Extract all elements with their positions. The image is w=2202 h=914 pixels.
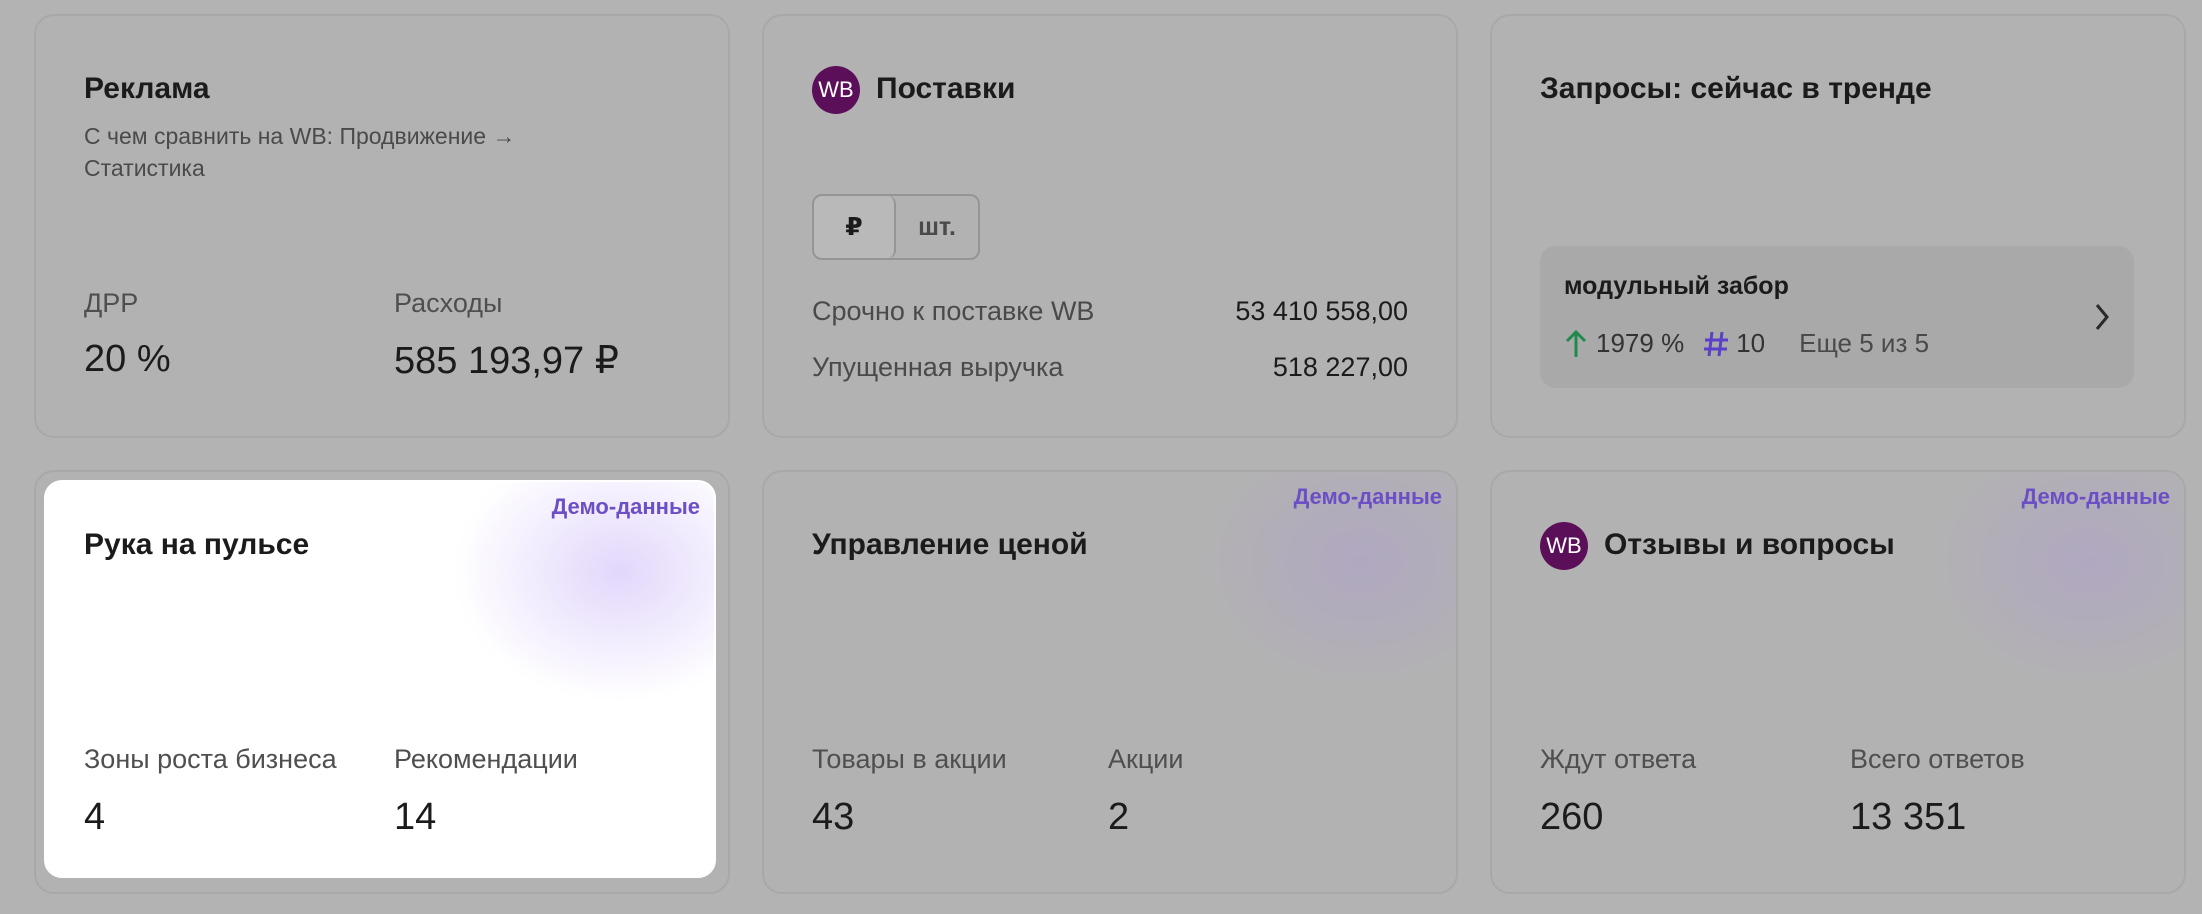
trends-card[interactable]: Запросы: сейчас в тренде модульный забор… [1490,14,2186,438]
chevron-right-icon[interactable] [2092,300,2112,334]
total-answers-label: Всего ответов [1850,744,2025,774]
currency-unit-toggle: ₽ шт. [812,194,980,260]
toggle-rub[interactable]: ₽ [814,196,896,258]
promo-goods-value: 43 [812,796,855,838]
expenses-label: Расходы [394,288,503,318]
lost-revenue-label: Упущенная выручка [812,352,1064,382]
wb-logo-icon: WB [812,66,860,114]
growth-value: 1979 % [1596,328,1685,358]
lost-revenue-value: 518 227,00 [1272,352,1408,382]
price-card[interactable]: Демо-данные Управление ценой Товары в ак… [762,470,1458,894]
awaiting-answer-value: 260 [1540,796,1604,838]
reviews-card[interactable]: Демо-данные WB Отзывы и вопросы Ждут отв… [1490,470,2186,894]
rank-value: 10 [1736,328,1766,358]
pulse-title: Рука на пульсе [84,528,310,561]
promos-value: 2 [1108,796,1130,838]
more-queries-label[interactable]: Еще 5 из 5 [1799,328,1929,359]
trends-title: Запросы: сейчас в тренде [1540,72,1932,105]
pulse-card[interactable]: Демо-данные Рука на пульсе Зоны роста би… [44,480,716,878]
reviews-title: Отзывы и вопросы [1604,528,1895,561]
trend-query-text: модульный забор [1564,272,1789,300]
trend-query-item[interactable]: модульный забор 1979 % 10 Еще 5 из 5 [1540,246,2134,388]
ads-card[interactable]: Реклама С чем сравнить на WB: Продвижени… [34,14,730,438]
arrow-up-icon [1564,329,1588,359]
hash-icon [1702,329,1730,359]
growth-zones-value: 4 [84,796,106,838]
growth-zones-label: Зоны роста бизнеса [84,744,337,774]
ads-subtitle[interactable]: С чем сравнить на WB: Продвижение → Стат… [84,120,604,184]
supplies-title: Поставки [876,72,1016,105]
supplies-card[interactable]: WB Поставки ₽ шт. Срочно к поставке WB 5… [762,14,1458,438]
wb-logo-icon: WB [1540,522,1588,570]
toggle-pcs[interactable]: шт. [896,196,978,258]
drr-label: ДРР [84,288,139,318]
price-title: Управление ценой [812,528,1088,561]
urgent-supply-label: Срочно к поставке WB [812,296,1095,326]
expenses-value: 585 193,97 ₽ [394,340,619,382]
promos-label: Акции [1108,744,1184,774]
recommendations-label: Рекомендации [394,744,578,774]
promo-goods-label: Товары в акции [812,744,1007,774]
demo-data-badge: Демо-данные [2021,484,2170,509]
ads-title: Реклама [84,72,210,105]
urgent-supply-value: 53 410 558,00 [1235,296,1408,326]
trend-stats: 1979 % 10 Еще 5 из 5 [1564,328,1929,359]
awaiting-answer-label: Ждут ответа [1540,744,1697,774]
drr-value: 20 % [84,338,171,380]
demo-data-badge: Демо-данные [551,494,700,519]
total-answers-value: 13 351 [1850,796,1967,838]
demo-data-badge: Демо-данные [1293,484,1442,509]
recommendations-value: 14 [394,796,437,838]
